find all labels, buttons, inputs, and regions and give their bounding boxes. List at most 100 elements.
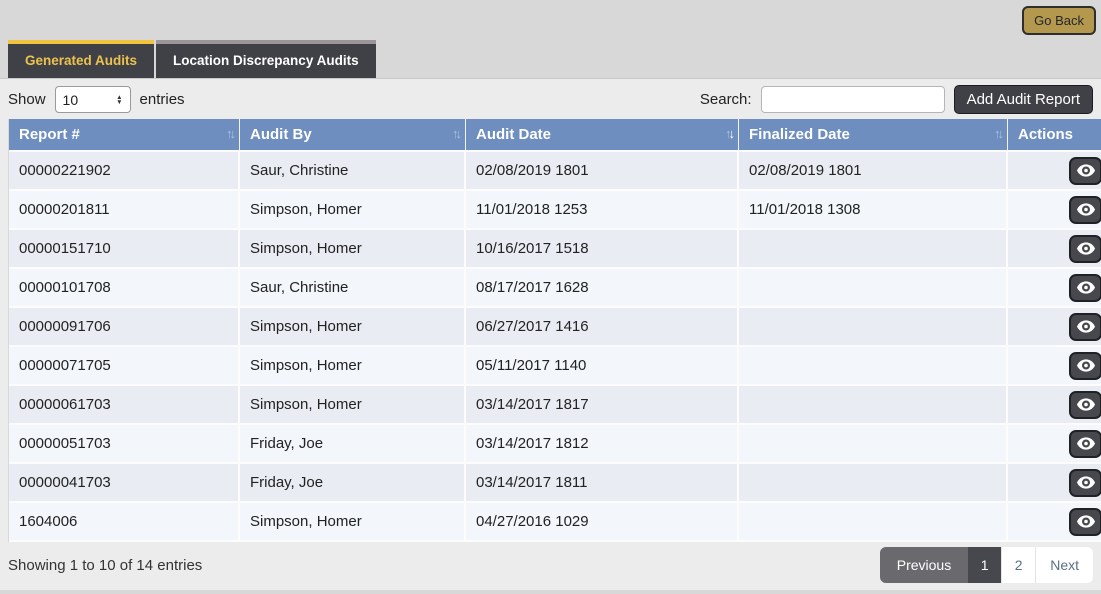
audit-date-cell: 10/16/2017 1518 (466, 230, 739, 269)
report-number-cell: 00000091706 (9, 308, 240, 347)
column-header-audit-by[interactable]: Audit By↑↓ (240, 119, 466, 152)
view-button[interactable] (1069, 508, 1101, 536)
audit-by-cell: Simpson, Homer (240, 386, 466, 425)
pagination: Previous12Next (880, 547, 1093, 583)
finalized-date-cell (739, 425, 1008, 464)
audit-date-cell: 04/27/2016 1029 (466, 503, 739, 542)
search-input[interactable] (761, 86, 945, 113)
page-size-value: 10 (63, 92, 79, 108)
column-label: Audit Date (476, 126, 551, 143)
search-label: Search: (700, 91, 752, 108)
report-number-cell: 00000061703 (9, 386, 240, 425)
actions-cell (1008, 191, 1101, 230)
finalized-date-cell (739, 230, 1008, 269)
column-header-audit-date[interactable]: Audit Date ↑↓ (466, 119, 739, 152)
view-button[interactable] (1069, 157, 1101, 185)
finalized-date-cell (739, 347, 1008, 386)
go-back-button[interactable]: Go Back (1022, 6, 1096, 35)
finalized-date-cell (739, 269, 1008, 308)
report-number-cell: 1604006 (9, 503, 240, 542)
tab-generated-audits[interactable]: Generated Audits (8, 40, 154, 78)
view-button[interactable] (1069, 274, 1101, 302)
table-row: 00000101708Saur, Christine08/17/2017 162… (9, 269, 1101, 308)
actions-group (1018, 508, 1101, 536)
add-audit-report-button[interactable]: Add Audit Report (954, 85, 1093, 114)
audit-by-cell: Friday, Joe (240, 425, 466, 464)
pagination-page-2[interactable]: 2 (1001, 547, 1035, 583)
report-number-cell: 00000221902 (9, 152, 240, 191)
audit-by-cell: Simpson, Homer (240, 503, 466, 542)
audit-by-cell: Saur, Christine (240, 152, 466, 191)
audit-date-cell: 03/14/2017 1812 (466, 425, 739, 464)
view-button[interactable] (1069, 430, 1101, 458)
audit-by-cell: Friday, Joe (240, 464, 466, 503)
actions-cell (1008, 308, 1101, 347)
pagination-previous-button[interactable]: Previous (880, 547, 968, 583)
search-group: Search: Add Audit Report (700, 85, 1093, 114)
view-button[interactable] (1069, 352, 1101, 380)
table-row: 00000091706Simpson, Homer06/27/2017 1416 (9, 308, 1101, 347)
page-size-select[interactable]: 10 ▲▼ (55, 86, 131, 113)
table-footer: Showing 1 to 10 of 14 entries Previous12… (8, 547, 1093, 583)
actions-group (1018, 352, 1101, 380)
actions-cell (1008, 269, 1101, 308)
view-button[interactable] (1069, 313, 1101, 341)
view-button[interactable] (1069, 235, 1101, 263)
sort-arrows-icon: ↑↓ (725, 126, 732, 141)
eye-icon (1077, 242, 1095, 255)
table-row: 00000061703Simpson, Homer03/14/2017 1817 (9, 386, 1101, 425)
actions-cell (1008, 503, 1101, 542)
showing-entries-text: Showing 1 to 10 of 14 entries (8, 557, 202, 574)
audit-date-cell: 06/27/2017 1416 (466, 308, 739, 347)
report-number-cell: 00000071705 (9, 347, 240, 386)
table-row: 00000051703Friday, Joe03/14/2017 1812 (9, 425, 1101, 464)
actions-cell (1008, 386, 1101, 425)
column-label: Actions (1018, 126, 1073, 143)
audit-date-cell: 05/11/2017 1140 (466, 347, 739, 386)
table-row: 00000201811Simpson, Homer11/01/2018 1253… (9, 191, 1101, 230)
report-number-cell: 00000201811 (9, 191, 240, 230)
column-label: Finalized Date (749, 126, 850, 143)
eye-icon (1077, 437, 1095, 450)
column-header-report[interactable]: Report #↑↓ (9, 119, 240, 152)
column-header-actions: Actions (1008, 119, 1101, 152)
table-row: 1604006Simpson, Homer04/27/2016 1029 (9, 503, 1101, 542)
page-size-group: Show 10 ▲▼ entries (8, 86, 185, 113)
show-label: Show (8, 91, 46, 108)
audit-by-cell: Saur, Christine (240, 269, 466, 308)
eye-icon (1077, 359, 1095, 372)
table-header-row: Report #↑↓Audit By↑↓ Audit Date ↑↓ Finalize… (9, 119, 1101, 152)
report-number-cell: 00000151710 (9, 230, 240, 269)
eye-icon (1077, 398, 1095, 411)
eye-icon (1077, 164, 1095, 177)
finalized-date-cell: 11/01/2018 1308 (739, 191, 1008, 230)
eye-icon (1077, 320, 1095, 333)
actions-cell (1008, 152, 1101, 191)
column-header-finalized-date[interactable]: Finalized Date↑↓ (739, 119, 1008, 152)
tab-bar: Generated AuditsLocation Discrepancy Aud… (8, 40, 376, 78)
view-button[interactable] (1069, 196, 1101, 224)
actions-cell (1008, 425, 1101, 464)
audit-by-cell: Simpson, Homer (240, 230, 466, 269)
view-button[interactable] (1069, 469, 1101, 497)
eye-icon (1077, 203, 1095, 216)
pagination-page-1[interactable]: 1 (968, 547, 1001, 583)
report-number-cell: 00000041703 (9, 464, 240, 503)
table-row: 00000151710Simpson, Homer10/16/2017 1518 (9, 230, 1101, 269)
pagination-next-button[interactable]: Next (1035, 547, 1093, 583)
audit-by-cell: Simpson, Homer (240, 347, 466, 386)
column-label: Report # (19, 126, 80, 143)
actions-cell (1008, 464, 1101, 503)
finalized-date-cell (739, 464, 1008, 503)
finalized-date-cell (739, 308, 1008, 347)
actions-group (1018, 391, 1101, 419)
eye-icon (1077, 476, 1095, 489)
audit-date-cell: 02/08/2019 1801 (466, 152, 739, 191)
finalized-date-cell: 02/08/2019 1801 (739, 152, 1008, 191)
audit-reports-table: Report #↑↓Audit By↑↓ Audit Date ↑↓ Finalize… (8, 119, 1101, 542)
table-toolbar: Show 10 ▲▼ entries Search: Add Audit Rep… (0, 79, 1101, 119)
actions-group (1018, 313, 1101, 341)
tab-location-discrepancy-audits[interactable]: Location Discrepancy Audits (156, 40, 376, 78)
view-button[interactable] (1069, 391, 1101, 419)
column-label: Audit By (250, 126, 312, 143)
